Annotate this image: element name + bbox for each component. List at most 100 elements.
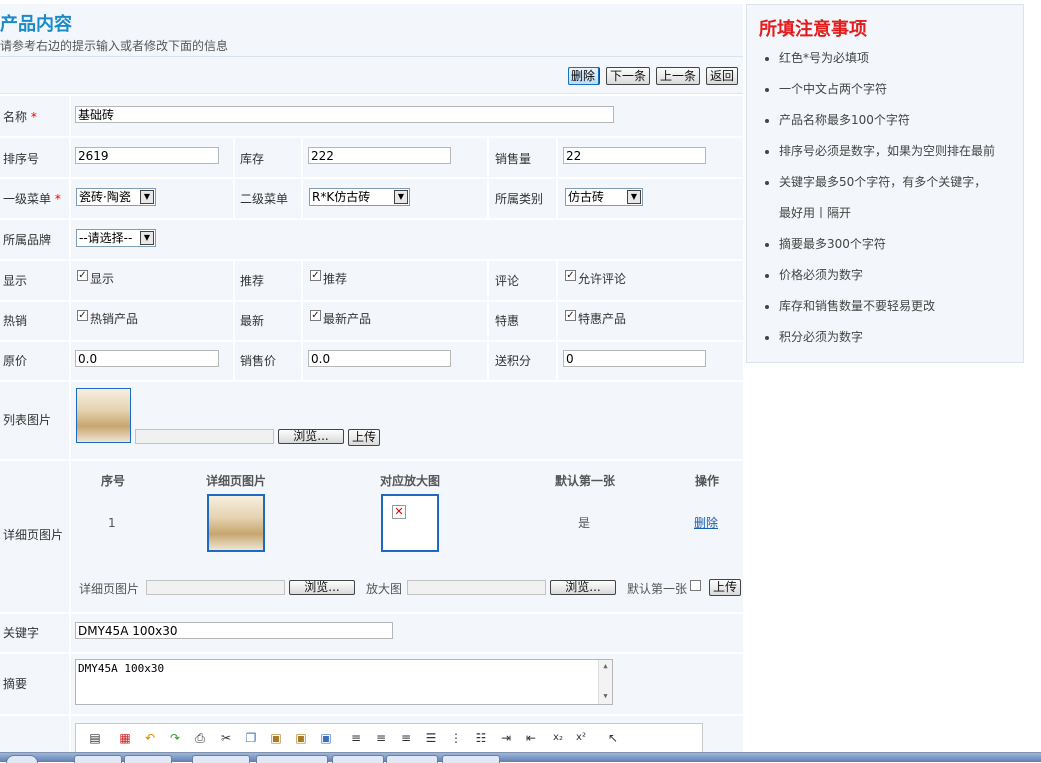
taskbar-item[interactable] xyxy=(386,755,438,763)
name-input[interactable]: 基础砖 xyxy=(75,106,614,123)
category-select[interactable]: 仿古砖 ▼ xyxy=(565,188,643,206)
row-list-image: 列表图片 浏览... 上传 xyxy=(0,382,743,461)
col-header-large-image: 对应放大图 xyxy=(379,474,440,488)
taskbar-item[interactable] xyxy=(256,755,328,763)
paste-word-icon[interactable]: ▣ xyxy=(318,730,334,746)
taskbar-item[interactable] xyxy=(192,755,250,763)
large-image-file-input[interactable] xyxy=(407,580,546,595)
cut-icon[interactable]: ✂ xyxy=(218,730,234,746)
prev-button[interactable]: 上一条 xyxy=(655,67,700,85)
row-prices: 原价 0.0 销售价 0.0 送积分 0 xyxy=(0,342,743,382)
note-item: 红色*号为必填项 xyxy=(779,43,1029,74)
sales-input[interactable]: 22 xyxy=(563,147,706,164)
comment-label: 评论 xyxy=(495,274,520,288)
brand-label: 所属品牌 xyxy=(3,233,52,247)
hot-label: 热销 xyxy=(3,314,28,328)
broken-image-icon: ✕ xyxy=(392,505,406,519)
notes-panel: 所填注意事项 红色*号为必填项 一个中文占两个字符 产品名称最多100个字符 排… xyxy=(746,4,1024,363)
newest-checkbox-label: 最新产品 xyxy=(323,312,372,326)
note-item: 一个中文占两个字符 xyxy=(779,74,1029,105)
align-right-icon[interactable]: ≡ xyxy=(398,730,414,746)
outdent-icon[interactable]: ⇤ xyxy=(523,730,539,746)
newest-checkbox[interactable]: ✓ xyxy=(310,310,321,321)
name-label: 名称 * xyxy=(3,110,37,124)
scroll-up-icon[interactable]: ▲ xyxy=(600,662,611,672)
source-icon[interactable]: ▤ xyxy=(87,730,103,746)
default-first-checkbox[interactable] xyxy=(690,580,701,591)
note-item: 排序号必须是数字，如果为空则排在最前 xyxy=(779,136,1029,167)
menu2-select[interactable]: R*K仿古砖 ▼ xyxy=(309,188,410,206)
taskbar-item[interactable] xyxy=(442,755,500,763)
menu1-select[interactable]: 瓷砖·陶瓷 ▼ xyxy=(76,188,156,206)
detail-image-thumbnail xyxy=(207,494,265,552)
orig-price-label: 原价 xyxy=(3,354,28,368)
page-subtitle: 请参考右边的提示输入或者修改下面的信息 xyxy=(0,39,229,53)
list-image-file-input[interactable] xyxy=(135,429,274,444)
indent-icon[interactable]: ⇥ xyxy=(498,730,514,746)
hot-checkbox-label: 热销产品 xyxy=(90,312,139,326)
keywords-input[interactable]: DMY45A 100x30 xyxy=(75,622,393,639)
summary-textarea[interactable]: DMY45A 100x30 ▲ ▼ xyxy=(75,659,613,705)
list-image-upload-button[interactable]: 上传 xyxy=(348,429,381,446)
align-center-icon[interactable]: ≡ xyxy=(373,730,389,746)
stock-input[interactable]: 222 xyxy=(308,147,451,164)
comment-checkbox[interactable]: ✓ xyxy=(565,270,576,281)
category-label: 所属类别 xyxy=(495,192,544,206)
recommend-checkbox[interactable]: ✓ xyxy=(310,270,321,281)
delete-button[interactable]: 删除 xyxy=(567,67,599,85)
back-button[interactable]: 返回 xyxy=(705,67,738,85)
points-input[interactable]: 0 xyxy=(563,350,706,367)
special-checkbox-label: 特惠产品 xyxy=(578,312,627,326)
orig-price-input[interactable]: 0.0 xyxy=(75,350,219,367)
align-left-icon[interactable]: ≡ xyxy=(348,730,364,746)
select-icon[interactable]: ↖ xyxy=(605,730,621,746)
menu1-label: 一级菜单 * xyxy=(3,192,61,206)
undo-icon[interactable]: ↶ xyxy=(142,730,158,746)
sort-input[interactable]: 2619 xyxy=(75,147,219,164)
next-button[interactable]: 下一条 xyxy=(605,67,650,85)
detail-image-upload-button[interactable]: 上传 xyxy=(709,579,742,596)
scroll-down-icon[interactable]: ▼ xyxy=(600,692,611,702)
row-flags-2: 热销 ✓ 热销产品 最新 ✓ 最新产品 特惠 ✓ 特惠产品 xyxy=(0,302,743,342)
print-icon[interactable]: ⎙ xyxy=(192,730,208,746)
ordered-list-icon[interactable]: ⋮ xyxy=(448,730,464,746)
list-image-browse-button[interactable]: 浏览... xyxy=(278,429,344,444)
large-image-browse-button[interactable]: 浏览... xyxy=(550,580,616,595)
row-index: 1 xyxy=(108,516,116,530)
special-checkbox[interactable]: ✓ xyxy=(565,310,576,321)
paste-icon[interactable]: ▣ xyxy=(268,730,284,746)
chevron-down-icon: ▼ xyxy=(627,190,641,204)
taskbar-item[interactable] xyxy=(124,755,172,763)
row-keywords: 关键字 DMY45A 100x30 xyxy=(0,614,743,654)
chevron-down-icon: ▼ xyxy=(140,190,154,204)
copy-icon[interactable]: ❐ xyxy=(243,730,259,746)
default-first-label: 默认第一张 xyxy=(627,582,688,596)
paste-text-icon[interactable]: ▣ xyxy=(293,730,309,746)
subscript-icon[interactable]: x₂ xyxy=(550,730,566,746)
hot-checkbox[interactable]: ✓ xyxy=(77,310,88,321)
summary-scrollbar[interactable]: ▲ ▼ xyxy=(598,660,612,704)
large-image-placeholder: ✕ xyxy=(381,494,439,552)
detail-images-label: 详细页图片 xyxy=(3,528,64,542)
col-header-default-first: 默认第一张 xyxy=(554,474,615,488)
detail-image-browse-button[interactable]: 浏览... xyxy=(289,580,355,595)
stock-label: 库存 xyxy=(240,152,265,166)
menu2-label: 二级菜单 xyxy=(240,192,289,206)
unordered-list-icon[interactable]: ☷ xyxy=(473,730,489,746)
row-delete-link[interactable]: 删除 xyxy=(694,514,718,531)
special-label: 特惠 xyxy=(495,314,520,328)
superscript-icon[interactable]: x² xyxy=(573,730,589,746)
redo-icon[interactable]: ↷ xyxy=(167,730,183,746)
col-header-index: 序号 xyxy=(100,474,125,488)
row-flags-1: 显示 ✓ 显示 推荐 ✓ 推荐 评论 ✓ 允许评论 xyxy=(0,261,743,302)
show-checkbox[interactable]: ✓ xyxy=(77,270,88,281)
start-button[interactable] xyxy=(6,755,38,763)
justify-icon[interactable]: ☰ xyxy=(423,730,439,746)
detail-image-file-input[interactable] xyxy=(146,580,285,595)
template-icon[interactable]: ▦ xyxy=(117,730,133,746)
sale-price-input[interactable]: 0.0 xyxy=(308,350,451,367)
taskbar-item[interactable] xyxy=(74,755,122,763)
taskbar-item[interactable] xyxy=(332,755,384,763)
note-item: 产品名称最多100个字符 xyxy=(779,105,1029,136)
brand-select[interactable]: --请选择-- ▼ xyxy=(76,229,156,247)
